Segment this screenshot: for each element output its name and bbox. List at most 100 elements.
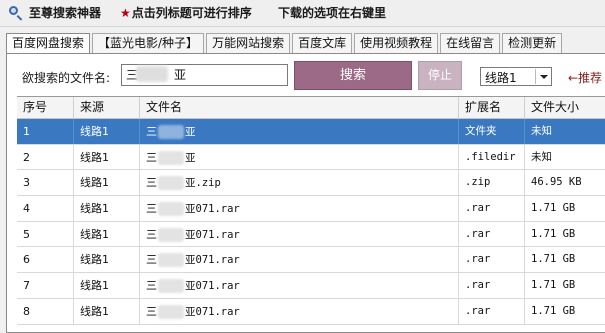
- table-row[interactable]: 4 线路1 三 亚071.rar .rar 1.71 GB: [17, 196, 605, 222]
- filename-suffix: 亚071.rar: [185, 203, 240, 216]
- redacted-text: [158, 253, 184, 268]
- tab-baidu-wenku[interactable]: 百度文库: [292, 33, 353, 53]
- cell-no: 5: [17, 221, 74, 247]
- cell-extension: .rar: [459, 221, 525, 247]
- cell-no: 7: [17, 273, 74, 298]
- cell-filename: 三 亚.zip: [140, 170, 459, 196]
- table-row[interactable]: 3 线路1 三 亚.zip .zip 46.95 KB: [17, 170, 605, 197]
- cell-source: 线路1: [74, 196, 140, 221]
- cell-extension: .rar: [459, 196, 525, 221]
- filename-suffix: 亚071.rar: [185, 305, 240, 318]
- cell-size: 未知: [525, 145, 605, 170]
- table-row[interactable]: 2 线路1 三亚 .filedir 未知: [17, 144, 605, 171]
- menu-bar: 至尊搜索神器 ★ 点击列标题可进行排序 下载的选项在右键里: [0, 0, 605, 27]
- filename-suffix: 亚.zip: [185, 177, 221, 190]
- route-select-value: 线路1: [485, 71, 517, 85]
- cell-extension: .rar: [459, 298, 525, 324]
- cell-no: 6: [17, 247, 74, 273]
- cell-filename: 三 亚071.rar: [140, 273, 459, 298]
- redacted-text: [158, 227, 184, 242]
- cell-source: 线路1: [74, 221, 140, 247]
- cell-filename: 三 亚071.rar: [140, 196, 459, 221]
- cell-size: 1.71 GB: [525, 299, 605, 324]
- cell-source: 线路1: [74, 298, 140, 324]
- stop-button[interactable]: 停止: [418, 61, 462, 90]
- cell-no: 4: [17, 196, 74, 221]
- filename-prefix: 三: [146, 304, 157, 318]
- filename-suffix: 亚: [185, 126, 196, 138]
- redacted-text: [158, 202, 184, 217]
- search-label: 欲搜索的文件名:: [22, 71, 111, 85]
- cell-extension: 文件夹: [459, 119, 525, 144]
- cell-no: 1: [17, 119, 74, 144]
- redacted-text: [158, 279, 184, 294]
- cell-size: 1.71 GB: [525, 222, 605, 247]
- cell-filename: 三 亚071.rar: [140, 221, 459, 247]
- cell-source: 线路1: [74, 273, 140, 298]
- tab-video-tutorial[interactable]: 使用视频教程: [354, 33, 439, 53]
- search-value-suffix: 亚: [174, 68, 187, 82]
- redacted-text: [158, 304, 184, 319]
- download-hint: 下载的选项在右键里: [278, 6, 387, 20]
- cell-filename: 三亚: [140, 144, 459, 170]
- table-header: 序号 来源 文件名 扩展名 文件大小: [17, 97, 605, 119]
- results-table: 序号 来源 文件名 扩展名 文件大小 1 线路1 三亚文件夹 未知 2 线路1 三亚 .fil…: [17, 96, 605, 329]
- filename-suffix: 亚071.rar: [185, 228, 240, 241]
- filename-suffix: 亚071.rar: [185, 280, 240, 293]
- filename-prefix: 三: [146, 176, 157, 190]
- filename-prefix: 三: [146, 279, 157, 293]
- table-row[interactable]: 1 线路1 三亚文件夹 未知: [17, 119, 605, 145]
- cell-extension: .zip: [459, 170, 525, 196]
- cell-size: 1.71 GB: [525, 196, 605, 221]
- cell-size: 46.95 KB: [525, 170, 605, 195]
- sort-hint: 点击列标题可进行排序: [131, 6, 252, 20]
- tab-check-update[interactable]: 检测更新: [502, 33, 563, 53]
- column-header-filename[interactable]: 文件名: [140, 97, 459, 118]
- sort-hint-menu[interactable]: ★ 点击列标题可进行排序: [120, 4, 252, 21]
- chevron-down-icon[interactable]: [535, 69, 550, 84]
- cell-size: 未知: [525, 119, 605, 144]
- redacted-text: [158, 125, 184, 139]
- cell-no: 2: [17, 144, 74, 170]
- filename-prefix: 三: [146, 150, 157, 164]
- cell-extension: .rar: [459, 247, 525, 273]
- search-button[interactable]: 搜索: [294, 61, 412, 90]
- app-title: 至尊搜索神器: [29, 6, 102, 20]
- search-icon: [9, 5, 23, 21]
- column-header-extension[interactable]: 扩展名: [459, 97, 525, 118]
- filename-prefix: 三: [146, 125, 157, 138]
- tab-bluray-torrent[interactable]: 【蓝光电影/种子】: [92, 33, 205, 53]
- redacted-text: [158, 150, 184, 165]
- recommend-hint: ←推荐: [568, 71, 603, 85]
- column-header-size[interactable]: 文件大小: [525, 97, 605, 118]
- column-header-source[interactable]: 来源: [74, 97, 140, 118]
- tab-online-message[interactable]: 在线留言: [440, 33, 501, 53]
- cell-source: 线路1: [74, 119, 140, 144]
- cell-source: 线路1: [74, 144, 140, 170]
- cell-source: 线路1: [74, 170, 140, 196]
- cell-source: 线路1: [74, 247, 140, 273]
- cell-extension: .filedir: [459, 144, 525, 170]
- filename-prefix: 三: [146, 253, 157, 267]
- table-body: 1 线路1 三亚文件夹 未知 2 线路1 三亚 .filedir 未知 3 线路1 三亚.zip .zi…: [17, 119, 605, 325]
- download-hint-menu[interactable]: 下载的选项在右键里: [278, 4, 386, 21]
- route-select[interactable]: 线路1: [480, 67, 552, 86]
- tab-universal-search[interactable]: 万能网站搜索: [206, 33, 291, 53]
- table-row[interactable]: 8 线路1 三 亚071.rar .rar 1.71 GB: [17, 298, 605, 325]
- table-row[interactable]: 7 线路1 三 亚071.rar .rar 1.71 GB: [17, 273, 605, 299]
- redacted-text: [136, 66, 168, 82]
- tab-baidu-pan[interactable]: 百度网盘搜索: [6, 33, 91, 54]
- cell-filename: 三 亚071.rar: [140, 298, 459, 324]
- cell-filename: 三亚: [140, 119, 459, 144]
- table-row[interactable]: 6 线路1 三 亚071.rar .rar 1.71 GB: [17, 247, 605, 274]
- filename-suffix: 亚071.rar: [185, 254, 240, 267]
- column-header-no[interactable]: 序号: [17, 97, 74, 118]
- filename-prefix: 三: [146, 202, 157, 216]
- tab-bar: 百度网盘搜索 【蓝光电影/种子】 万能网站搜索 百度文库 使用视频教程 在线留言…: [6, 33, 564, 54]
- table-row[interactable]: 5 线路1 三 亚071.rar .rar 1.71 GB: [17, 221, 605, 248]
- cell-extension: .rar: [459, 273, 525, 298]
- cell-size: 1.71 GB: [525, 247, 605, 272]
- app-title-menu[interactable]: 至尊搜索神器: [9, 4, 101, 21]
- cell-no: 8: [17, 298, 74, 324]
- cell-filename: 三 亚071.rar: [140, 247, 459, 273]
